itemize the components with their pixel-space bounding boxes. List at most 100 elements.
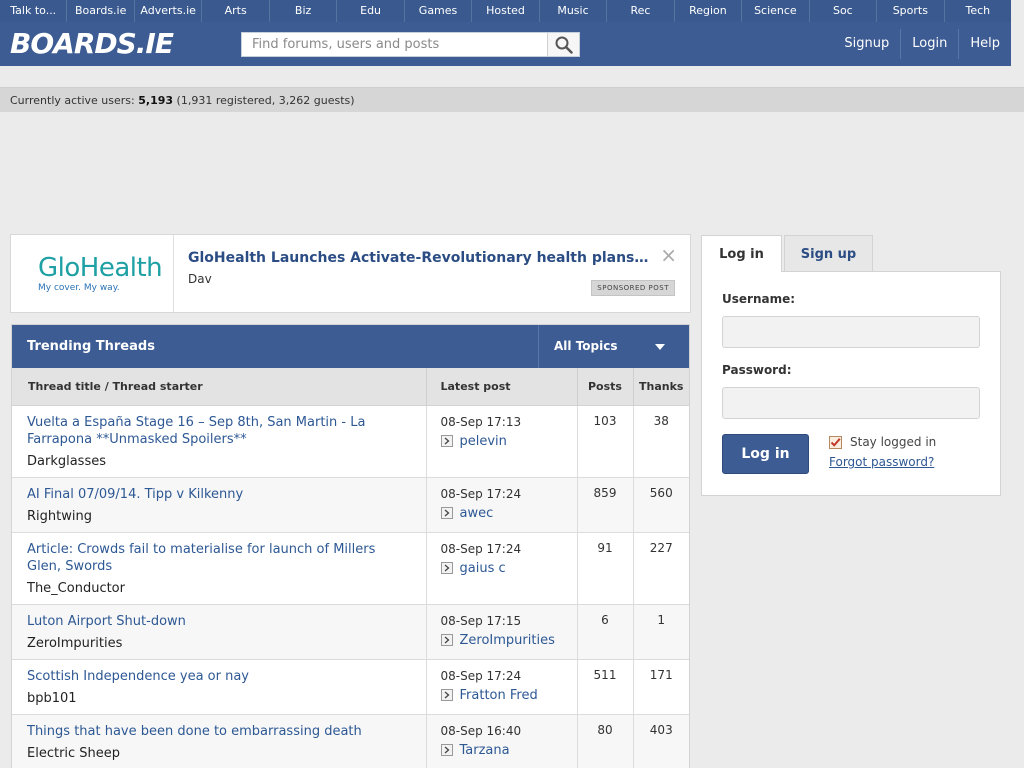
thread-starter[interactable]: Rightwing	[27, 508, 396, 525]
thanks-count: 38	[633, 405, 689, 478]
password-label: Password:	[722, 363, 792, 377]
latest-post-user[interactable]: awec	[440, 505, 577, 521]
thread-starter[interactable]: Darkglasses	[27, 453, 396, 470]
thanks-count: 1	[633, 604, 689, 660]
site-logo[interactable]: BOARDS.IE	[10, 29, 174, 59]
topic-filter-dropdown[interactable]: All Topics	[538, 325, 689, 368]
signup-link[interactable]: Signup	[833, 29, 900, 59]
sponsored-badge: Sponsored Post	[591, 280, 675, 296]
category-tech[interactable]: Tech	[945, 0, 1011, 22]
thanks-count: 227	[633, 532, 689, 605]
site-header: BOARDS.IE Signup Login Help	[0, 22, 1011, 66]
table-row: Vuelta a España Stage 16 – Sep 8th, San …	[12, 405, 689, 478]
thread-starter[interactable]: The_Conductor	[27, 580, 396, 597]
search-icon	[555, 36, 573, 54]
login-tabs: Log in Sign up	[701, 235, 1001, 272]
category-arts[interactable]: Arts	[202, 0, 270, 22]
category-hosted[interactable]: Hosted	[472, 0, 540, 22]
col-posts[interactable]: Posts	[577, 368, 634, 406]
latest-post-user[interactable]: gaius c	[440, 561, 577, 576]
stay-logged-in-checkbox[interactable]	[829, 435, 842, 449]
ad-logo: GloHealth My cover. My way.	[11, 235, 174, 312]
topic-filter-value: All Topics	[554, 339, 618, 353]
username-field[interactable]	[722, 316, 980, 348]
login-button[interactable]: Log in	[722, 434, 809, 474]
thread-starter[interactable]: bpb101	[27, 690, 396, 707]
posts-count: 6	[577, 604, 634, 660]
threads-table: Thread title / Thread starter Latest pos…	[12, 368, 689, 768]
chevron-down-icon	[655, 344, 665, 350]
search-box	[241, 32, 580, 57]
thread-starter[interactable]: ZeroImpurities	[27, 635, 396, 652]
latest-post-date: 08-Sep 17:13	[440, 414, 522, 429]
checkmark-icon	[830, 437, 841, 447]
latest-post-username: ZeroImpurities	[459, 632, 555, 648]
sponsored-post[interactable]: GloHealth My cover. My way. GloHealth La…	[10, 234, 691, 313]
category-games[interactable]: Games	[405, 0, 473, 22]
arrow-right-icon	[440, 744, 453, 756]
password-field[interactable]	[722, 387, 980, 419]
stay-logged-in-option[interactable]: Stay logged in	[829, 435, 936, 449]
col-thread-title[interactable]: Thread title / Thread starter	[12, 368, 427, 406]
latest-post-user[interactable]: Tarzana	[440, 743, 577, 758]
latest-post-user[interactable]: ZeroImpurities	[440, 632, 577, 648]
table-row: Article: Crowds fail to materialise for …	[12, 532, 689, 605]
latest-post-date: 08-Sep 16:40	[440, 723, 522, 738]
category-edu[interactable]: Edu	[337, 0, 405, 22]
posts-count: 511	[577, 659, 634, 715]
thread-title-link[interactable]: Luton Airport Shut-down	[27, 613, 396, 630]
thread-title-link[interactable]: AI Final 07/09/14. Tipp v Kilkenny	[27, 486, 396, 503]
latest-post-date: 08-Sep 17:24	[440, 486, 522, 501]
category-adverts-ie[interactable]: Adverts.ie	[135, 0, 203, 22]
table-row: Things that have been done to embarrassi…	[12, 714, 689, 768]
category-sports[interactable]: Sports	[877, 0, 945, 22]
active-users-total: 5,193	[138, 94, 174, 107]
latest-post-date: 08-Sep 17:15	[440, 613, 522, 628]
category-soc[interactable]: Soc	[810, 0, 878, 22]
category-boards-ie[interactable]: Boards.ie	[67, 0, 135, 22]
tab-sign-up[interactable]: Sign up	[784, 235, 873, 271]
active-users-detail: (1,931 registered, 3,262 guests)	[176, 94, 355, 107]
thread-title-link[interactable]: Article: Crowds fail to materialise for …	[27, 541, 396, 575]
thread-starter[interactable]: Electric Sheep	[27, 745, 396, 762]
trending-title: Trending Threads	[27, 339, 155, 354]
arrow-right-icon	[440, 689, 453, 701]
ad-tagline: My cover. My way.	[38, 282, 120, 293]
latest-post-user[interactable]: Fratton Fred	[440, 687, 577, 703]
header-links: Signup Login Help	[833, 22, 1011, 66]
category-region[interactable]: Region	[675, 0, 743, 22]
thread-title-link[interactable]: Vuelta a España Stage 16 – Sep 8th, San …	[27, 414, 396, 448]
category-biz[interactable]: Biz	[270, 0, 338, 22]
posts-count: 91	[577, 532, 634, 605]
latest-post-username: awec	[459, 505, 494, 521]
category-bar: Talk to... Boards.ie Adverts.ie Arts Biz…	[0, 0, 1011, 22]
ad-body: GloHealth Launches Activate-Revolutionar…	[174, 235, 690, 312]
thread-title-link[interactable]: Scottish Independence yea or nay	[27, 668, 396, 685]
col-thanks[interactable]: Thanks	[633, 368, 689, 406]
category-science[interactable]: Science	[742, 0, 810, 22]
thanks-count: 403	[633, 714, 689, 768]
ad-title[interactable]: GloHealth Launches Activate-Revolutionar…	[188, 250, 650, 266]
trending-threads-panel: Trending Threads All Topics Thread title…	[11, 324, 690, 768]
search-button[interactable]	[547, 33, 579, 56]
search-input[interactable]	[242, 33, 547, 56]
tab-log-in[interactable]: Log in	[701, 235, 782, 272]
forgot-password-link[interactable]: Forgot password?	[829, 455, 936, 469]
ad-brand: GloHealth	[38, 252, 163, 283]
active-users-label: Currently active users:	[10, 94, 135, 107]
close-icon[interactable]: ×	[660, 243, 677, 267]
category-talk-to[interactable]: Talk to...	[0, 0, 68, 22]
table-row: AI Final 07/09/14. Tipp v Kilkenny Rightw…	[12, 477, 689, 533]
latest-post-user[interactable]: pelevin	[440, 433, 577, 449]
thread-title-link[interactable]: Things that have been done to embarrassi…	[27, 723, 396, 740]
category-rec[interactable]: Rec	[607, 0, 675, 22]
table-row: Luton Airport Shut-down ZeroImpurities 08…	[12, 604, 689, 660]
latest-post-username: pelevin	[459, 433, 507, 449]
login-link[interactable]: Login	[900, 29, 958, 59]
col-latest-post[interactable]: Latest post	[426, 368, 578, 406]
posts-count: 103	[577, 405, 634, 478]
category-music[interactable]: Music	[540, 0, 608, 22]
arrow-right-icon	[440, 562, 453, 574]
help-link[interactable]: Help	[958, 29, 1011, 59]
latest-post-username: Fratton Fred	[459, 687, 538, 703]
